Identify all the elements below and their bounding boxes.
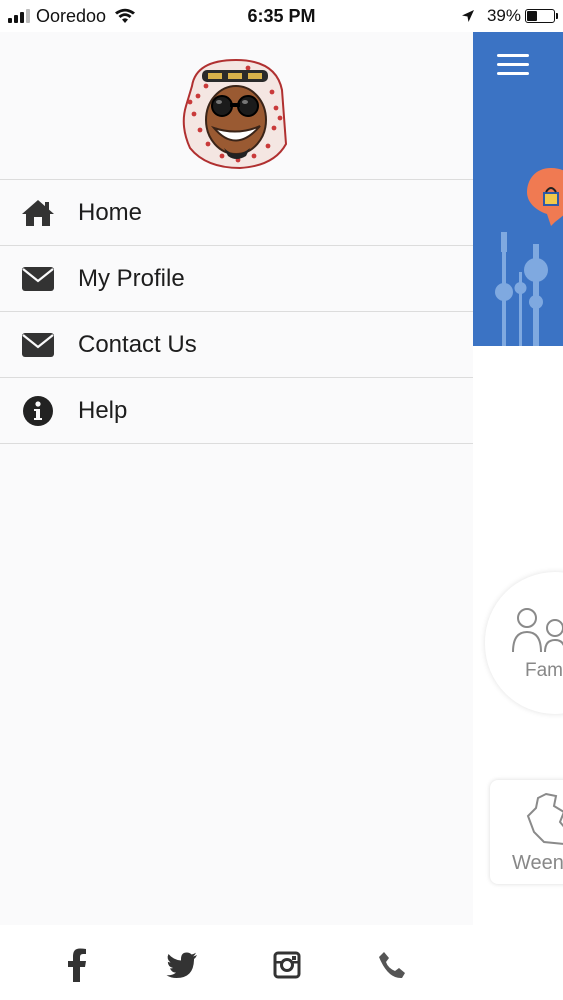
social-links-bar — [0, 925, 563, 1000]
twitter-icon[interactable] — [164, 947, 200, 983]
drawer-menu: Home My Profile Contact Us Help — [0, 179, 473, 444]
ween-service-card[interactable]: Ween — [490, 780, 563, 884]
phone-icon[interactable] — [374, 947, 410, 983]
ween-card-label: Ween — [512, 852, 563, 874]
menu-item-help[interactable]: Help — [0, 378, 473, 444]
menu-item-label: Help — [78, 396, 128, 424]
envelope-icon — [21, 263, 55, 295]
menu-item-label: Contact Us — [78, 330, 197, 358]
status-right: 39% — [461, 5, 558, 27]
kuwait-map-icon — [526, 792, 563, 845]
shopping-bag-bubble-icon — [527, 168, 563, 226]
menu-item-label: My Profile — [78, 264, 185, 292]
main-header-banner — [473, 32, 563, 346]
envelope-icon — [21, 329, 55, 361]
menu-item-my-profile[interactable]: My Profile — [0, 246, 473, 312]
instagram-icon[interactable] — [269, 947, 305, 983]
family-card-label: Fam — [525, 660, 563, 681]
location-arrow-icon — [461, 10, 474, 22]
hamburger-menu-icon[interactable] — [497, 54, 529, 76]
navigation-drawer: Home My Profile Contact Us Help — [0, 32, 473, 925]
info-circle-icon — [21, 395, 55, 427]
menu-item-contact-us[interactable]: Contact Us — [0, 312, 473, 378]
menu-item-label: Home — [78, 198, 143, 226]
home-icon — [21, 197, 55, 229]
family-service-card[interactable]: Fam — [485, 572, 563, 714]
menu-item-home[interactable]: Home — [0, 180, 473, 246]
battery-percent: 39% — [486, 6, 521, 25]
kuwait-towers-illustration — [495, 232, 548, 346]
battery-fill — [527, 11, 538, 21]
main-screen-peek: Fam Ween — [473, 32, 563, 1000]
status-bar: Ooredoo 6:35 PM 39% — [0, 0, 563, 32]
user-avatar-icon[interactable] — [178, 56, 290, 172]
family-icon — [512, 608, 563, 653]
facebook-icon[interactable] — [59, 947, 95, 983]
battery-icon — [525, 9, 558, 23]
